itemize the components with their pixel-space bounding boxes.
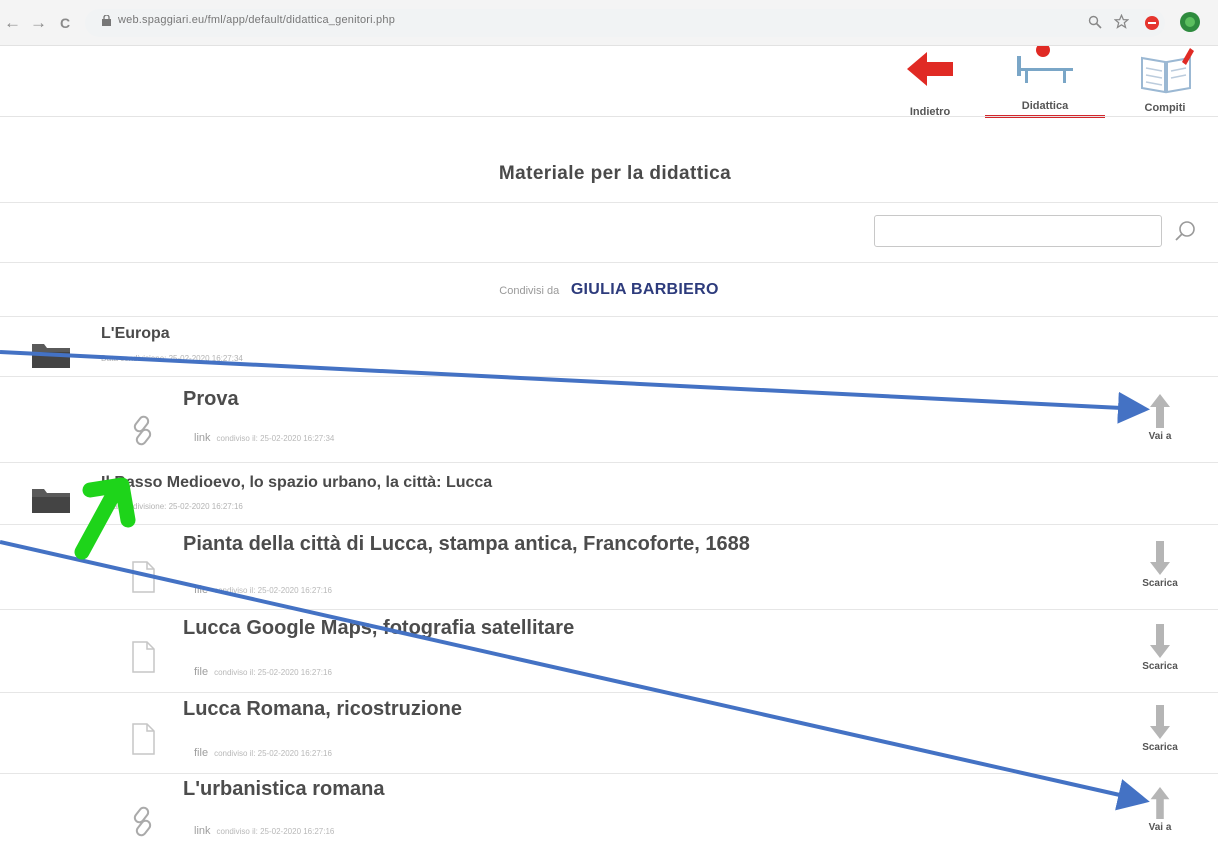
download-label: Scarica [1142, 742, 1178, 753]
download-label: Scarica [1142, 661, 1178, 672]
page-title: Materiale per la didattica [498, 163, 732, 184]
folder-icon [32, 344, 70, 368]
reload-icon[interactable]: C [60, 13, 70, 33]
item-date: condiviso il: 25-02-2020 16:27:16 [216, 827, 335, 836]
download-button[interactable]: Scarica [1132, 623, 1188, 672]
item-meta: file condiviso il: 25-02-2020 16:27:16 [194, 666, 332, 678]
divider [0, 773, 1218, 774]
divider [0, 609, 1218, 610]
zoom-icon[interactable] [1088, 15, 1102, 29]
item-meta: file condiviso il: 25-02-2020 16:27:16 [194, 584, 332, 596]
search-icon[interactable] [1173, 218, 1199, 244]
tab-didattica[interactable]: Didattica [985, 46, 1105, 122]
file-icon [132, 561, 155, 593]
folder-meta: Data condivisione: 25-02-2020 16:27:34 [101, 354, 243, 363]
browser-toolbar: ← → C web.spaggiari.eu/fml/app/default/d… [0, 0, 1218, 46]
divider [0, 316, 1218, 317]
url-text: web.spaggiari.eu/fml/app/default/didatti… [118, 14, 396, 26]
goto-label: Vai a [1148, 822, 1172, 833]
arrow-down-icon [1150, 541, 1170, 575]
tab-compiti[interactable]: Compiti [1120, 46, 1210, 122]
goto-label: Vai a [1148, 431, 1172, 442]
item-meta: link condiviso il: 25-02-2020 16:27:16 [194, 825, 334, 837]
divider [0, 462, 1218, 463]
download-button[interactable]: Scarica [1132, 540, 1188, 589]
item-date: condiviso il: 25-02-2020 16:27:16 [214, 586, 332, 595]
forward-arrow-icon[interactable]: → [30, 13, 47, 33]
item-title[interactable]: L'urbanistica romana [183, 778, 384, 801]
file-icon [132, 641, 155, 673]
goto-button[interactable]: Vai a [1132, 393, 1188, 442]
item-title[interactable]: Lucca Google Maps, fotografia satellitar… [183, 617, 574, 640]
item-kind: file [194, 584, 209, 596]
folder-meta: Data condivisione: 25-02-2020 16:27:16 [101, 502, 243, 511]
item-kind: link [194, 825, 211, 837]
divider [0, 692, 1218, 693]
download-label: Scarica [1142, 578, 1178, 589]
star-icon[interactable] [1114, 14, 1129, 29]
open-book-icon [1141, 48, 1194, 94]
shared-by-label: Condivisi da [499, 285, 560, 297]
item-title[interactable]: Prova [183, 388, 239, 411]
item-meta: link condiviso il: 25-02-2020 16:27:34 [194, 432, 334, 444]
stop-extension-icon[interactable] [1145, 16, 1159, 30]
item-date: condiviso il: 25-02-2020 16:27:16 [214, 668, 332, 677]
item-title[interactable]: Lucca Romana, ricostruzione [183, 698, 462, 721]
item-date: condiviso il: 25-02-2020 16:27:16 [214, 749, 332, 758]
tab-didattica-label: Didattica [1021, 100, 1069, 112]
item-kind: file [194, 747, 209, 759]
divider [0, 116, 1218, 117]
back-nav-button[interactable]: Indietro [895, 46, 965, 122]
divider [0, 202, 1218, 203]
folder-title[interactable]: L'Europa [101, 325, 170, 343]
divider [0, 524, 1218, 525]
link-icon [133, 806, 152, 837]
folder-icon [32, 489, 70, 513]
arrow-up-icon [1150, 394, 1170, 428]
download-button[interactable]: Scarica [1132, 704, 1188, 753]
file-icon [132, 723, 155, 755]
item-meta: file condiviso il: 25-02-2020 16:27:16 [194, 747, 332, 759]
item-kind: link [194, 432, 211, 444]
divider [0, 262, 1218, 263]
red-arrow-left-icon [907, 52, 953, 86]
item-date: condiviso il: 25-02-2020 16:27:34 [216, 434, 335, 443]
folder-title[interactable]: Il Basso Medioevo, lo spazio urbano, la … [101, 474, 492, 492]
profile-avatar-icon[interactable] [1180, 12, 1200, 32]
annotation-arrow [0, 540, 1150, 811]
shared-by-row: Condivisi da GIULIA BARBIERO [0, 281, 1218, 299]
search-input[interactable] [874, 215, 1162, 247]
arrow-down-icon [1150, 705, 1170, 739]
tab-compiti-label: Compiti [1144, 102, 1186, 114]
desk-icon [1017, 46, 1073, 83]
goto-button[interactable]: Vai a [1132, 786, 1188, 833]
teacher-name[interactable]: GIULIA BARBIERO [571, 281, 719, 298]
arrow-down-icon [1150, 624, 1170, 658]
back-arrow-icon[interactable]: ← [4, 13, 21, 33]
divider [0, 376, 1218, 377]
item-kind: file [194, 666, 209, 678]
item-title[interactable]: Pianta della città di Lucca, stampa anti… [183, 533, 750, 556]
annotation-overlay [0, 350, 1150, 811]
lock-icon [102, 15, 111, 26]
arrow-up-icon [1150, 786, 1170, 820]
link-icon [133, 415, 152, 446]
green-annotation-arrow [74, 477, 136, 560]
